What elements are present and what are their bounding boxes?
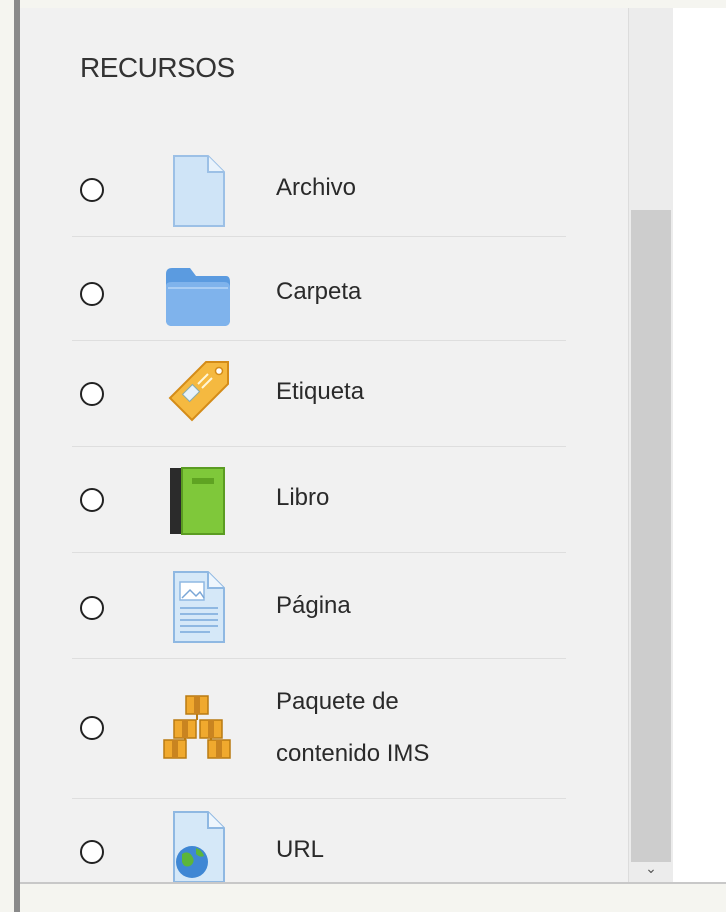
radio-libro[interactable]	[80, 488, 104, 512]
tag-icon	[168, 361, 229, 422]
label-archivo: Archivo	[276, 174, 357, 201]
divider	[72, 340, 566, 341]
radio-carpeta[interactable]	[80, 282, 104, 306]
file-icon	[173, 155, 225, 227]
radio-etiqueta[interactable]	[80, 382, 104, 406]
divider	[72, 658, 566, 659]
divider	[72, 446, 566, 447]
url-icon	[173, 811, 225, 883]
folder-icon	[166, 268, 230, 326]
radio-archivo[interactable]	[80, 178, 104, 202]
book-icon	[170, 467, 225, 535]
divider	[72, 798, 566, 799]
radio-paquete-ims[interactable]	[80, 716, 104, 740]
panel-footer	[20, 884, 726, 912]
label-carpeta: Carpeta	[276, 278, 362, 305]
label-paquete-ims-line1: Paquete de	[276, 688, 399, 715]
page-icon	[173, 571, 225, 643]
resource-item-url[interactable]: URL	[72, 811, 566, 883]
label-pagina: Página	[276, 592, 351, 619]
label-paquete-ims-line2: contenido IMS	[276, 740, 430, 767]
section-heading: RECURSOS	[80, 52, 235, 83]
scroll-down-icon[interactable]: ⌄	[629, 858, 673, 878]
resource-item-carpeta[interactable]: Carpeta	[72, 256, 566, 336]
divider	[72, 552, 566, 553]
resource-item-paquete-ims[interactable]: Paquete de contenido IMS	[72, 676, 566, 786]
ims-package-icon	[163, 695, 231, 759]
vertical-scrollbar[interactable]: ⌄	[628, 8, 673, 882]
divider	[72, 236, 566, 237]
label-url: URL	[276, 836, 325, 863]
resource-item-pagina[interactable]: Página	[72, 570, 566, 650]
label-etiqueta: Etiqueta	[276, 378, 365, 405]
resource-item-libro[interactable]: Libro	[72, 462, 566, 542]
resource-item-etiqueta[interactable]: Etiqueta	[72, 356, 566, 436]
content-area	[672, 8, 726, 882]
label-libro: Libro	[276, 484, 330, 511]
radio-pagina[interactable]	[80, 596, 104, 620]
radio-url[interactable]	[80, 840, 104, 864]
scroll-thumb[interactable]	[631, 210, 671, 862]
resource-item-archivo[interactable]: Archivo	[72, 150, 566, 230]
